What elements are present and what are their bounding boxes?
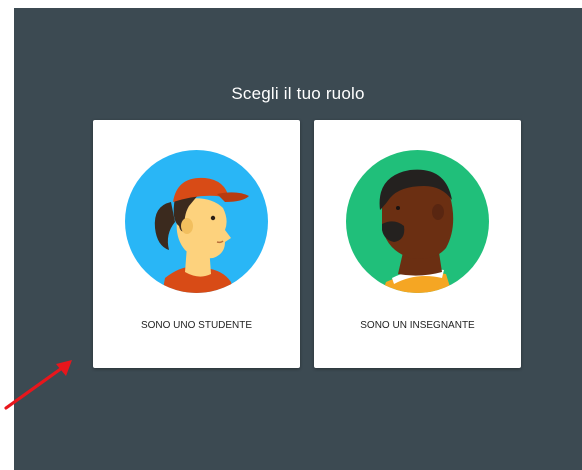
- teacher-avatar-icon: [346, 150, 489, 293]
- teacher-role-card[interactable]: SONO UN INSEGNANTE: [314, 120, 521, 368]
- student-role-card[interactable]: SONO UNO STUDENTE: [93, 120, 300, 368]
- screenshot-stage: Scegli il tuo ruolo SONO UNO STUDENTE SO…: [0, 0, 582, 470]
- student-role-label: SONO UNO STUDENTE: [140, 320, 253, 331]
- page-title: Scegli il tuo ruolo: [231, 84, 365, 103]
- red-arrow-annotation-icon: [4, 360, 72, 410]
- student-avatar-icon: [125, 150, 268, 293]
- teacher-role-label: SONO UN INSEGNANTE: [360, 320, 475, 331]
